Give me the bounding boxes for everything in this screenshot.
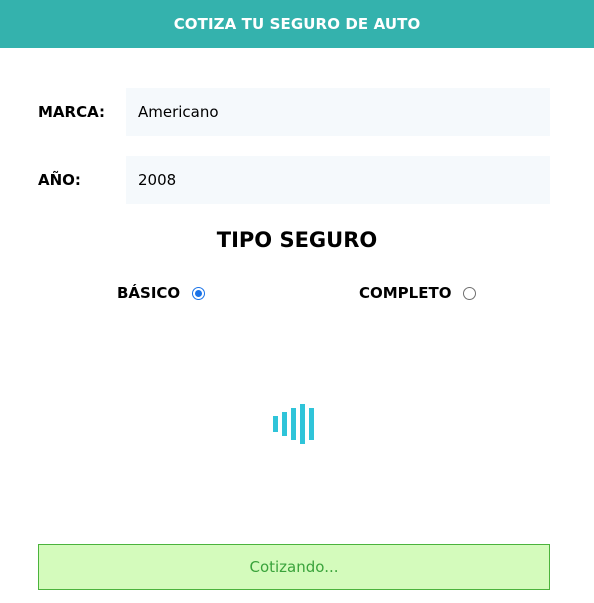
loading-bar	[300, 404, 305, 444]
radio-option-basico[interactable]: BÁSICO	[117, 282, 206, 304]
marca-label: MARCA:	[38, 103, 105, 121]
header-title: COTIZA TU SEGURO DE AUTO	[173, 15, 421, 33]
anio-value: 2008	[138, 171, 177, 189]
submit-label: Cotizando...	[249, 558, 339, 576]
radio-basico-label: BÁSICO	[117, 284, 181, 302]
anio-label: AÑO:	[38, 171, 81, 189]
quote-form-page: COTIZA TU SEGURO DE AUTO MARCA: American…	[0, 0, 594, 603]
loading-bar	[309, 408, 314, 440]
radio-completo-label: COMPLETO	[359, 284, 452, 302]
quote-submit-button[interactable]: Cotizando...	[38, 544, 550, 590]
app-header: COTIZA TU SEGURO DE AUTO	[0, 0, 594, 48]
loading-bar	[282, 412, 287, 436]
loading-bars-icon	[273, 404, 315, 444]
radio-completo-button[interactable]	[463, 286, 477, 300]
loading-bar	[273, 416, 278, 432]
marca-value: Americano	[138, 103, 219, 121]
loading-bar	[291, 408, 296, 440]
radio-basico-button[interactable]	[192, 286, 206, 300]
anio-select[interactable]: 2008	[126, 156, 550, 204]
marca-select[interactable]: Americano	[126, 88, 550, 136]
tipo-seguro-title: TIPO SEGURO	[216, 228, 378, 252]
radio-option-completo[interactable]: COMPLETO	[359, 282, 477, 304]
